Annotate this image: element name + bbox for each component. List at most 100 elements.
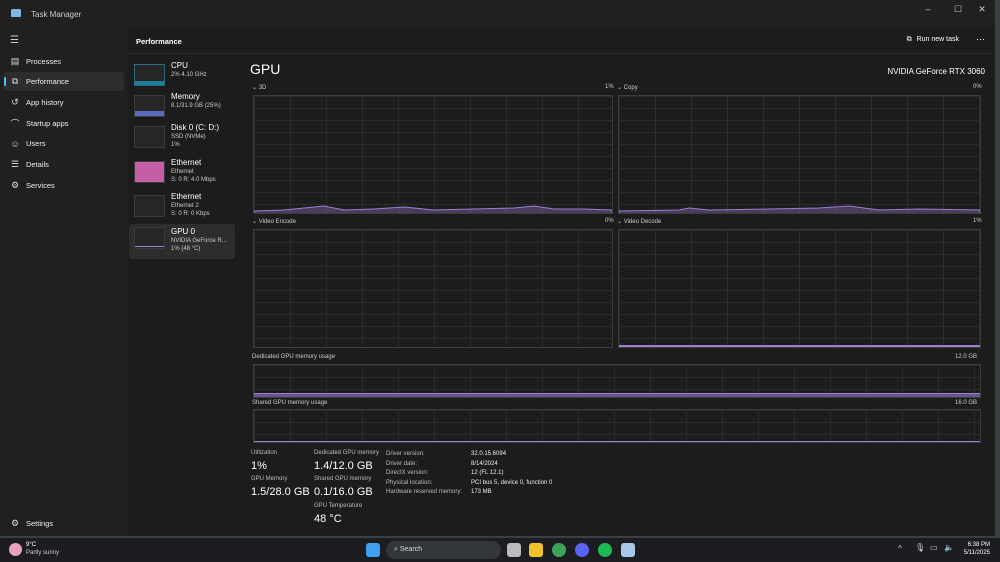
device-detail: SSD (NVMe)	[171, 134, 206, 140]
tray-overflow-icon[interactable]: ^	[898, 544, 902, 553]
search-box[interactable]: ⌕ Search	[386, 541, 501, 559]
graph-video-decode	[618, 229, 981, 348]
spotify-icon[interactable]	[598, 543, 612, 557]
device-name: Disk 0 (C: D:)	[171, 123, 219, 132]
minimize-button[interactable]: –	[918, 4, 938, 14]
gpu-memory-label: GPU Memory	[251, 476, 288, 482]
graph-3d	[253, 95, 613, 214]
utilization-value: 1%	[251, 460, 267, 472]
copy-usage-line	[618, 205, 981, 213]
device-cpu[interactable]: CPU 2% 4.10 GHz	[129, 61, 235, 96]
disk-thumbnail	[134, 126, 165, 148]
nav-label: Processes	[26, 57, 62, 66]
weather-icon[interactable]	[9, 543, 22, 556]
nav-services[interactable]: ⚙ Services	[4, 176, 124, 195]
time: 6:38 PM	[967, 542, 990, 548]
gpu-model: NVIDIA GeForce RTX 3060	[887, 67, 985, 76]
users-icon: ☺	[10, 138, 20, 149]
history-icon: ↺	[11, 97, 19, 107]
info-key: DirectX version:	[386, 470, 429, 476]
ethernet-2-thumbnail	[134, 195, 165, 217]
nav-settings[interactable]: ⚙ Settings	[4, 514, 124, 533]
device-detail: 2% 4.10 GHz	[171, 72, 207, 78]
shared-memory-fill	[254, 441, 980, 442]
nav-label: Performance	[26, 77, 69, 86]
services-icon: ⚙	[10, 180, 20, 190]
shared-value: 0.1/16.0 GB	[314, 486, 373, 498]
graph-value-video-decode: 1%	[973, 218, 982, 224]
nav-startup-apps[interactable]: ⌒ Startup apps	[4, 114, 124, 133]
info-value: 32.0.15.6094	[471, 451, 507, 457]
weather-temp[interactable]: 9°C	[26, 542, 36, 548]
device-gpu[interactable]: GPU 0 NVIDIA GeForce R... 1% (48 °C)	[129, 224, 235, 259]
device-name: Ethernet	[171, 192, 202, 201]
graph-label-3d[interactable]: ⌄ 3D	[252, 84, 266, 91]
graph-value-copy: 0%	[973, 84, 982, 90]
nav-app-history[interactable]: ↺ App history	[4, 93, 124, 112]
device-detail: 1% (48 °C)	[171, 246, 201, 252]
shared-memory-label: Shared GPU memory usage	[252, 400, 328, 406]
volume-icon[interactable]: 🔈	[944, 543, 954, 552]
title-bar: Task Manager – ☐ ✕	[0, 0, 995, 28]
discord-icon[interactable]	[575, 543, 589, 557]
device-name: GPU 0	[171, 227, 196, 236]
device-ethernet[interactable]: Ethernet Ethernet S: 0 R: 4.0 Mbps	[129, 158, 235, 193]
close-button[interactable]: ✕	[972, 4, 992, 15]
performance-page: Performance ⧉ Run new task ⋯ CPU 2% 4.10 G…	[127, 28, 995, 536]
more-options-button[interactable]: ⋯	[976, 34, 985, 45]
date: 5/11/2025	[963, 550, 990, 556]
nav-users[interactable]: ☺ Users	[4, 134, 124, 153]
shared-label: Shared GPU memory	[314, 476, 372, 482]
task-view-icon[interactable]	[507, 543, 521, 557]
device-name: Ethernet	[171, 158, 202, 167]
window-title: Task Manager	[31, 10, 82, 19]
device-disk[interactable]: Disk 0 (C: D:) SSD (NVMe) 1%	[129, 123, 235, 158]
weather-desc[interactable]: Partly sunny	[26, 550, 59, 556]
device-ethernet-2[interactable]: Ethernet Ethernet 2 S: 0 R: 0 Kbps	[129, 192, 235, 227]
nav-label: App history	[26, 98, 64, 107]
run-task-label: Run new task	[916, 36, 959, 43]
dedicated-value: 1.4/12.0 GB	[314, 460, 373, 472]
nav-label: Settings	[26, 519, 54, 528]
chrome-icon[interactable]	[552, 543, 566, 557]
run-new-task-button[interactable]: ⧉ Run new task	[907, 36, 959, 44]
shared-memory-graph	[253, 409, 981, 443]
graph-label-copy[interactable]: ⌄ Copy	[617, 84, 638, 91]
device-detail: 8.1/31.9 GB (25%)	[171, 103, 221, 109]
clock[interactable]: 6:38 PM 5/11/2025	[964, 542, 990, 556]
gpu-panel: GPU NVIDIA GeForce RTX 3060 ⌄ 3D 1% ⌄ Co…	[245, 54, 987, 536]
nav-performance[interactable]: ⧉ Performance	[4, 72, 124, 91]
menu-icon[interactable]: ☰	[10, 35, 19, 46]
info-value: 173 MB	[471, 489, 492, 495]
device-detail: Ethernet	[171, 169, 194, 175]
microphone-icon[interactable]: 🎙	[915, 543, 925, 552]
search-label: Search	[399, 546, 423, 553]
gpu-thumbnail	[134, 227, 165, 249]
gpu-title: GPU	[250, 61, 281, 77]
nav-details[interactable]: ☰ Details	[4, 155, 124, 174]
shared-memory-max: 16.0 GB	[954, 400, 977, 406]
dedicated-memory-label: Dedicated GPU memory usage	[252, 354, 336, 360]
3d-usage-line	[253, 205, 613, 213]
device-detail: 1%	[171, 142, 180, 148]
graph-label-video-encode[interactable]: ⌄ Video Encode	[252, 218, 296, 225]
graph-value-3d: 1%	[605, 84, 614, 90]
maximize-button[interactable]: ☐	[948, 4, 968, 15]
info-value: PCI bus 5, device 0, function 0	[471, 479, 553, 486]
nav-processes[interactable]: ▤ Processes	[4, 52, 124, 71]
device-memory[interactable]: Memory 8.1/31.9 GB (25%)	[129, 92, 235, 127]
network-icon[interactable]: ▭	[930, 543, 938, 552]
startup-icon: ⌒	[10, 119, 20, 129]
nav-label: Details	[26, 160, 49, 169]
graph-copy	[618, 95, 981, 214]
graph-label-video-decode[interactable]: ⌄ Video Decode	[617, 218, 661, 225]
file-explorer-icon[interactable]	[529, 543, 543, 557]
temperature-label: GPU Temperature	[314, 503, 363, 509]
task-manager-taskbar-icon[interactable]	[621, 543, 635, 557]
taskbar: 9°C Partly sunny ⌕ Search ^ 🎙 ▭ 🔈 6:38 P…	[0, 538, 1000, 562]
dedicated-memory-fill	[254, 392, 980, 397]
task-manager-window: Task Manager – ☐ ✕ ☰ ▤ Processes ⧉ Perform…	[0, 0, 995, 536]
info-key: Physical location:	[386, 479, 433, 486]
graph-value-video-encode: 0%	[605, 218, 614, 224]
start-button[interactable]	[366, 543, 380, 557]
